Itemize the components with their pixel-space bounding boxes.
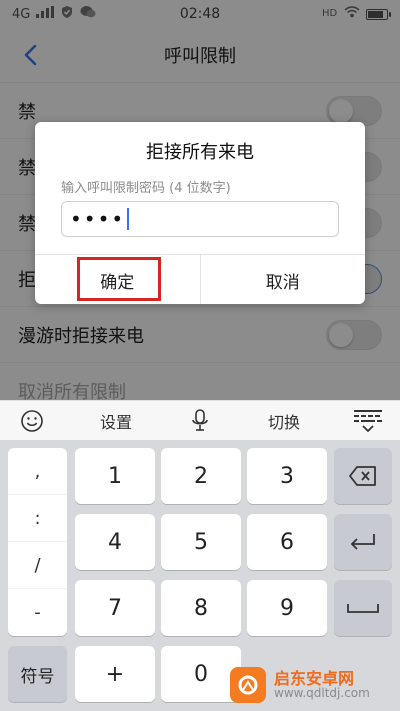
dialog-title: 拒接所有来电: [146, 142, 254, 163]
space-key[interactable]: [334, 580, 392, 636]
enter-icon: [350, 534, 375, 550]
settings-label: 设置: [99, 412, 132, 432]
key-plus[interactable]: +: [75, 646, 155, 702]
key-7[interactable]: 7: [75, 580, 155, 636]
confirm-button[interactable]: 确定: [35, 255, 200, 304]
confirm-label: 确定: [100, 272, 135, 293]
key-9[interactable]: 9: [247, 580, 327, 636]
keyboard-collapse-icon: [354, 409, 382, 432]
cancel-label: 取消: [265, 272, 300, 293]
keyboard-toolbar: 设置 切换: [0, 400, 400, 440]
emoji-button[interactable]: [10, 401, 54, 441]
key-8[interactable]: 8: [161, 580, 241, 636]
password-dialog: 拒接所有来电 输入呼叫限制密码 (4 位数字) •••• 确定 取消: [35, 122, 365, 304]
voice-input-button[interactable]: [178, 401, 222, 441]
switch-keyboard-button[interactable]: 切换: [244, 401, 324, 441]
microphone-icon: [192, 408, 208, 431]
cancel-button[interactable]: 取消: [199, 255, 366, 304]
dialog-hint: 输入呼叫限制密码 (4 位数字): [61, 181, 231, 196]
key-6[interactable]: 6: [247, 514, 327, 570]
watermark-title: 启东安卓网: [274, 668, 355, 688]
emoji-icon: [21, 409, 43, 432]
password-value: ••••: [70, 207, 126, 231]
keyboard-settings-button[interactable]: 设置: [76, 401, 156, 441]
key-1[interactable]: 1: [75, 448, 155, 504]
key-2[interactable]: 2: [161, 448, 241, 504]
numeric-keyboard: , : / - 1 2 3 4 5 6 7 8 9 符号 + 0 启东安卓网 w…: [0, 440, 400, 711]
punctuation-column: , : / -: [8, 448, 67, 636]
backspace-icon: [349, 466, 376, 486]
key-4[interactable]: 4: [75, 514, 155, 570]
dialog-actions: 确定 取消: [35, 254, 365, 304]
backspace-key[interactable]: [334, 448, 392, 504]
password-input[interactable]: ••••: [61, 201, 339, 237]
key-3[interactable]: 3: [247, 448, 327, 504]
punct-key-slash[interactable]: /: [8, 542, 67, 589]
key-0[interactable]: 0: [161, 646, 241, 702]
watermark: 启东安卓网 www.qdltdj.com: [230, 665, 390, 705]
punct-key-dash[interactable]: -: [8, 589, 67, 636]
key-5[interactable]: 5: [161, 514, 241, 570]
enter-key[interactable]: [334, 514, 392, 570]
switch-label: 切换: [267, 412, 300, 432]
punct-key-colon[interactable]: :: [8, 495, 67, 542]
symbols-key[interactable]: 符号: [8, 646, 67, 702]
punct-key-comma[interactable]: ,: [8, 448, 67, 495]
hide-keyboard-button[interactable]: [346, 401, 390, 441]
space-icon: [347, 604, 379, 613]
text-caret: [127, 208, 130, 230]
watermark-url: www.qdltdj.com: [274, 686, 370, 701]
